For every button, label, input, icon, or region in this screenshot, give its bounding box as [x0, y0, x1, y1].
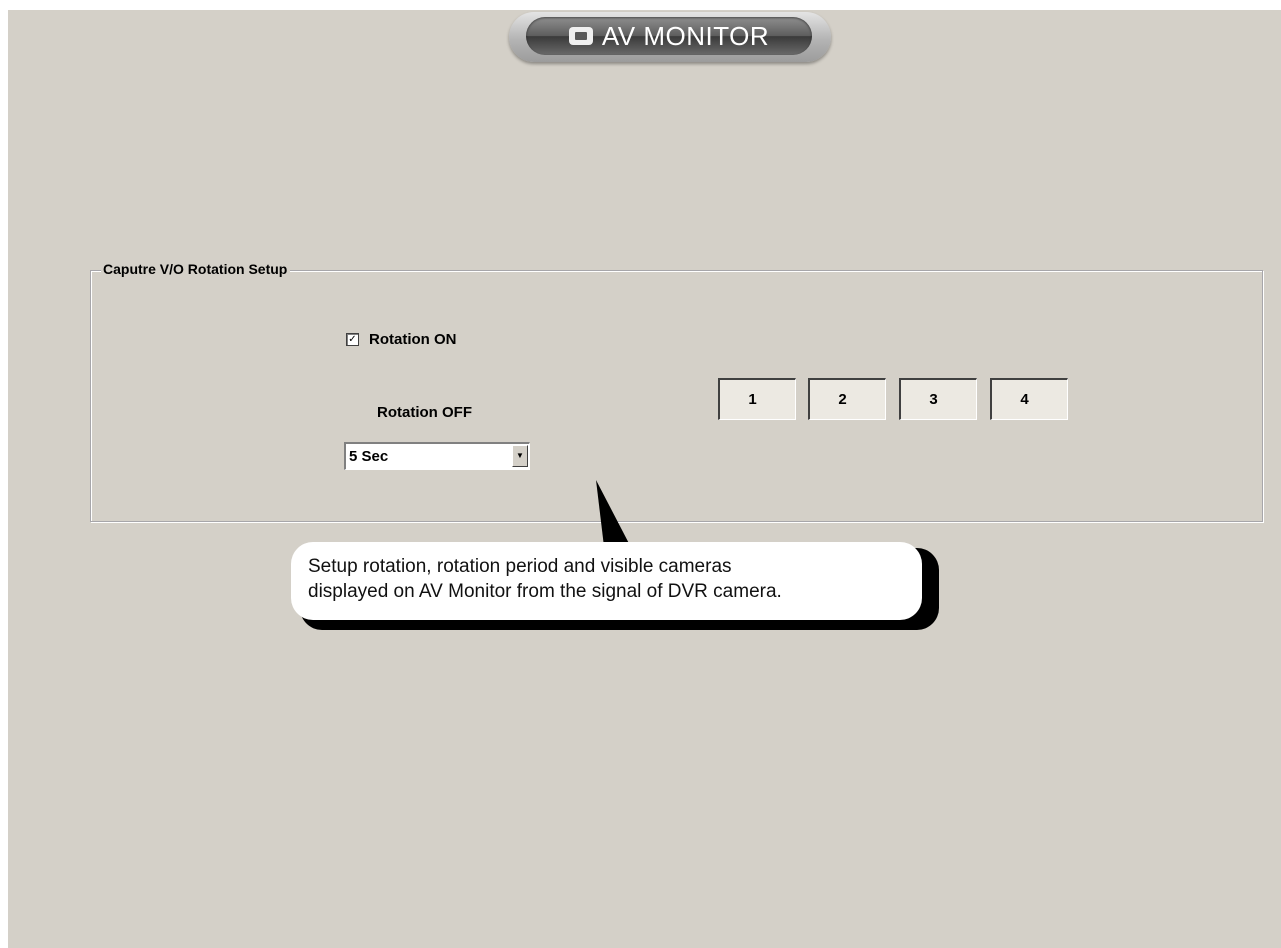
- camera-2-button[interactable]: 2: [808, 378, 886, 420]
- page-title: AV MONITOR: [601, 20, 770, 51]
- monitor-icon: [568, 27, 593, 45]
- rotation-setup-group: [90, 270, 1263, 522]
- callout-line-2: displayed on AV Monitor from the signal …: [308, 581, 782, 602]
- rotation-off-label: Rotation OFF: [377, 404, 472, 421]
- rotation-on-checkbox[interactable]: ✓: [346, 333, 359, 346]
- camera-4-button[interactable]: 4: [990, 378, 1068, 420]
- rotation-on-label: Rotation ON: [369, 331, 457, 348]
- rotation-period-select[interactable]: 5 Sec ▼: [344, 442, 530, 470]
- rotation-period-value: 5 Sec: [349, 448, 389, 465]
- group-title: Caputre V/O Rotation Setup: [101, 261, 291, 277]
- title-banner: AV MONITOR: [509, 12, 831, 62]
- callout-line-1: Setup rotation, rotation period and visi…: [308, 556, 732, 577]
- rotation-on-option[interactable]: ✓ Rotation ON: [346, 331, 457, 348]
- callout-text: Setup rotation, rotation period and visi…: [308, 554, 928, 604]
- title-banner-inner: AV MONITOR: [526, 17, 812, 55]
- camera-3-button[interactable]: 3: [899, 378, 977, 420]
- chevron-down-icon[interactable]: ▼: [512, 445, 528, 467]
- camera-1-button[interactable]: 1: [718, 378, 796, 420]
